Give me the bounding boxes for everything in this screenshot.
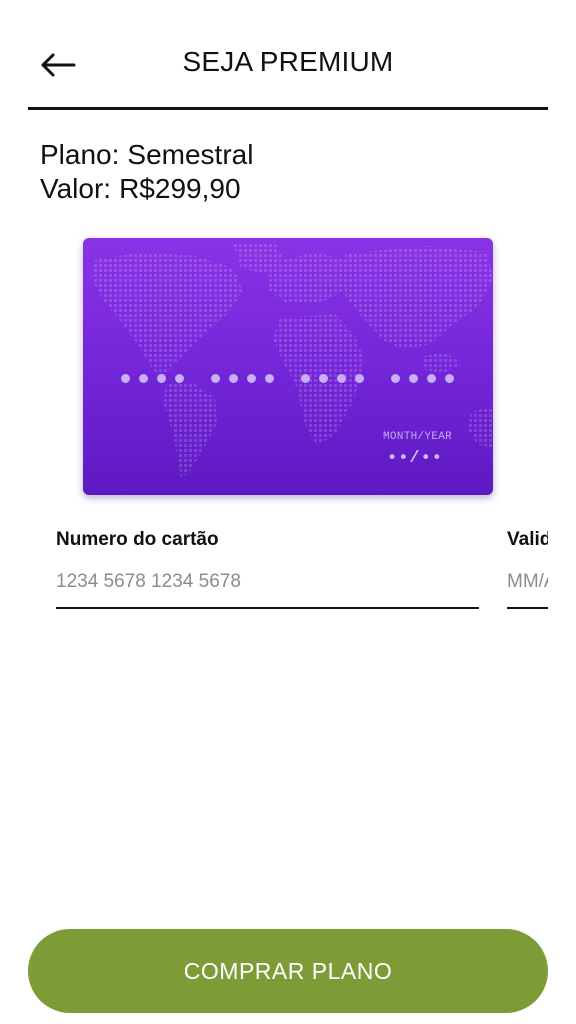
card-number-underline [56,607,479,609]
masked-digit [427,374,436,383]
masked-digit [409,374,418,383]
masked-digit [247,374,256,383]
header-divider [28,107,548,110]
masked-digit [337,374,346,383]
card-number-mask [121,374,454,383]
price-value: R$299,90 [119,173,241,204]
masked-digit [121,374,130,383]
plan-info: Plano: Semestral Valor: R$299,90 [40,138,253,206]
masked-digit [355,374,364,383]
validity-underline [507,607,548,609]
credit-card-preview: MONTH/YEAR ••/•• [83,238,493,495]
card-number-label: Numero do cartão [56,529,219,550]
expiry-value: ••/•• [387,449,444,468]
card-number-group [211,374,274,383]
card-number-group [121,374,184,383]
plan-row: Plano: Semestral [40,138,253,172]
card-number-group [391,374,454,383]
plan-label: Plano: [40,139,120,170]
card-number-field: Numero do cartão [56,529,479,609]
price-label: Valor: [40,173,112,204]
masked-digit [211,374,220,383]
buy-plan-button[interactable]: COMPRAR PLANO [28,929,548,1013]
masked-digit [229,374,238,383]
page-title: SEJA PREMIUM [182,46,394,77]
validity-label: Validade [507,529,548,550]
header: SEJA PREMIUM [0,0,576,110]
masked-digit [301,374,310,383]
card-number-input[interactable] [56,569,479,595]
validity-field: Validade [507,529,548,609]
expiry-label: MONTH/YEAR [383,431,453,443]
masked-digit [157,374,166,383]
price-row: Valor: R$299,90 [40,172,253,206]
masked-digit [391,374,400,383]
masked-digit [175,374,184,383]
validity-input[interactable] [507,569,548,595]
masked-digit [265,374,274,383]
plan-value: Semestral [127,139,254,170]
masked-digit [319,374,328,383]
card-number-group [301,374,364,383]
masked-digit [445,374,454,383]
masked-digit [139,374,148,383]
premium-screen: SEJA PREMIUM Plano: Semestral Valor: R$2… [0,0,576,1024]
